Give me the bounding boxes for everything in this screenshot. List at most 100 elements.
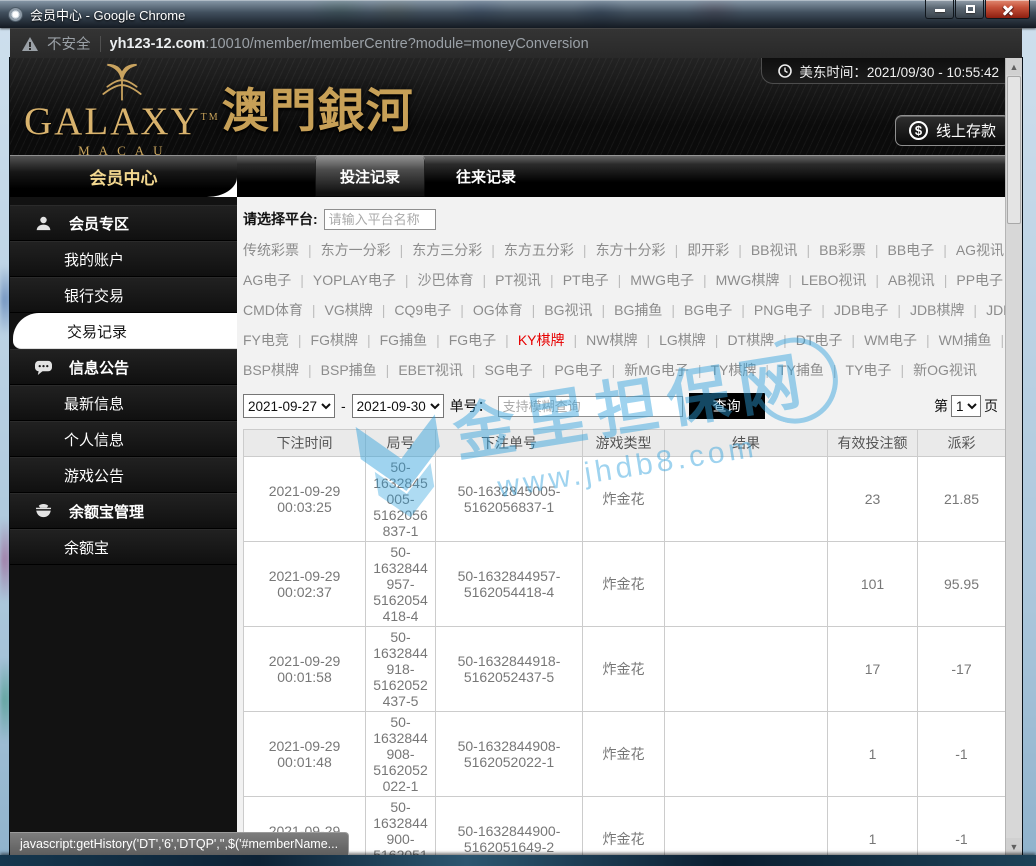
platform-link-PT电子[interactable]: PT电子 — [563, 270, 609, 290]
platform-link-YOPLAY电子[interactable]: YOPLAY电子 — [313, 270, 396, 290]
platform-separator: | — [715, 332, 719, 348]
sidebar-group-会员专区[interactable]: 会员专区 — [10, 205, 237, 241]
platform-link-DT电子[interactable]: DT电子 — [796, 330, 843, 350]
platform-link-沙巴体育[interactable]: 沙巴体育 — [418, 270, 474, 290]
platform-link-BG捕鱼[interactable]: BG捕鱼 — [614, 300, 662, 320]
platform-link-AB视讯[interactable]: AB视讯 — [888, 270, 935, 290]
platform-link-NW棋牌[interactable]: NW棋牌 — [586, 330, 637, 350]
tab-transaction-records[interactable]: 往来记录 — [431, 155, 541, 197]
platform-link-PP电子[interactable]: PP电子 — [956, 270, 1003, 290]
platform-link-OG体育[interactable]: OG体育 — [473, 300, 523, 320]
platform-link-FY电竞[interactable]: FY电竞 — [243, 330, 289, 350]
platform-separator: | — [405, 272, 409, 288]
platform-separator: | — [821, 302, 825, 318]
platform-separator: | — [308, 362, 312, 378]
page-suffix: 页 — [984, 396, 998, 416]
platform-link-DT棋牌[interactable]: DT棋牌 — [727, 330, 774, 350]
platform-link-新OG视讯[interactable]: 新OG视讯 — [913, 360, 977, 380]
site-header: GALAXYTM MACAU 澳門銀河 美东时间：2021/09/30 - 10… — [10, 58, 1022, 155]
sidebar-item-余额宝[interactable]: 余额宝 — [10, 529, 237, 565]
platform-link-TY捕鱼[interactable]: TY捕鱼 — [778, 360, 824, 380]
platform-link-传统彩票[interactable]: 传统彩票 — [243, 240, 299, 260]
wallet-icon — [32, 503, 54, 519]
date-from-select[interactable]: 2021-09-27 — [243, 394, 335, 418]
scrollbar-thumb[interactable] — [1007, 76, 1021, 224]
platform-link-BG电子[interactable]: BG电子 — [684, 300, 732, 320]
scroll-down-button[interactable]: ▼ — [1006, 838, 1022, 855]
platform-link-东方五分彩[interactable]: 东方五分彩 — [504, 240, 574, 260]
platform-link-即开彩[interactable]: 即开彩 — [687, 240, 729, 260]
platform-separator: | — [460, 302, 464, 318]
platform-link-MWG棋牌[interactable]: MWG棋牌 — [716, 270, 780, 290]
platform-link-BB电子[interactable]: BB电子 — [888, 240, 935, 260]
platform-separator: | — [833, 362, 837, 378]
search-button[interactable]: 查询 — [689, 393, 765, 419]
platform-row: CMD体育|VG棋牌|CQ9电子|OG体育|BG视讯|BG捕鱼|BG电子|PNG… — [243, 295, 1022, 325]
platform-link-LG棋牌[interactable]: LG棋牌 — [659, 330, 706, 350]
address-bar[interactable]: 不安全 yh123-12.com:10010/member/memberCent… — [10, 28, 1022, 58]
page-scrollbar[interactable]: ▲ ▼ — [1005, 58, 1022, 855]
platform-link-BB彩票[interactable]: BB彩票 — [819, 240, 866, 260]
platform-link-LEBO视讯[interactable]: LEBO视讯 — [801, 270, 866, 290]
platform-search-input[interactable] — [324, 209, 436, 230]
order-number-input[interactable] — [498, 396, 683, 417]
table-header-row: 下注时间 局号 下注单号 游戏类型 结果 有效投注额 派彩 — [244, 430, 1006, 457]
platform-link-JDB棋牌[interactable]: JDB棋牌 — [910, 300, 964, 320]
platform-link-CMD体育[interactable]: CMD体育 — [243, 300, 303, 320]
warning-icon[interactable] — [22, 37, 38, 51]
sidebar-item-交易记录[interactable]: 交易记录 — [13, 313, 237, 349]
date-to-select[interactable]: 2021-09-30 — [352, 394, 444, 418]
url-text[interactable]: yh123-12.com:10010/member/memberCentre?m… — [110, 36, 589, 52]
platform-link-WM电子[interactable]: WM电子 — [864, 330, 917, 350]
sidebar-group-信息公告[interactable]: 信息公告 — [10, 349, 237, 385]
platform-link-东方十分彩[interactable]: 东方十分彩 — [596, 240, 666, 260]
scroll-up-button[interactable]: ▲ — [1006, 58, 1022, 75]
platform-link-东方一分彩[interactable]: 东方一分彩 — [321, 240, 391, 260]
platform-link-BG视讯[interactable]: BG视讯 — [544, 300, 592, 320]
platform-separator: | — [491, 242, 495, 258]
sidebar-item-我的账户[interactable]: 我的账户 — [10, 241, 237, 277]
platform-link-BSP棋牌[interactable]: BSP棋牌 — [243, 360, 299, 380]
platform-link-AG电子[interactable]: AG电子 — [243, 270, 291, 290]
platform-separator: | — [436, 332, 440, 348]
sidebar-item-最新信息[interactable]: 最新信息 — [10, 385, 237, 421]
platform-link-PT视讯[interactable]: PT视讯 — [495, 270, 541, 290]
platform-link-FG棋牌[interactable]: FG棋牌 — [311, 330, 358, 350]
platform-link-EBET视讯[interactable]: EBET视讯 — [398, 360, 463, 380]
platform-link-FG捕鱼[interactable]: FG捕鱼 — [380, 330, 427, 350]
platform-separator: | — [542, 362, 546, 378]
platform-link-SG电子[interactable]: SG电子 — [485, 360, 533, 380]
close-button[interactable] — [985, 0, 1030, 19]
platform-separator: | — [550, 272, 554, 288]
sidebar-group-余额宝管理[interactable]: 余额宝管理 — [10, 493, 237, 529]
platform-link-CQ9电子[interactable]: CQ9电子 — [394, 300, 451, 320]
platform-link-KY棋牌[interactable]: KY棋牌 — [518, 330, 565, 350]
platform-link-VG棋牌[interactable]: VG棋牌 — [325, 300, 373, 320]
page-select[interactable]: 1 — [951, 395, 981, 417]
platform-link-FG电子[interactable]: FG电子 — [449, 330, 496, 350]
sidebar-item-银行交易[interactable]: 银行交易 — [10, 277, 237, 313]
cell-round: 50-1632844957-5162054418-4 — [366, 542, 436, 627]
platform-link-WM捕鱼[interactable]: WM捕鱼 — [939, 330, 992, 350]
cell-game: 炸金花 — [583, 542, 665, 627]
platform-link-东方三分彩[interactable]: 东方三分彩 — [412, 240, 482, 260]
online-deposit-button[interactable]: $ 线上存款 — [895, 115, 1010, 146]
platform-link-MWG电子[interactable]: MWG电子 — [630, 270, 694, 290]
table-body: 2021-09-29 00:03:2550-1632845005-5162056… — [244, 457, 1006, 856]
table-row: 2021-09-29 00:01:4850-1632844908-5162052… — [244, 712, 1006, 797]
platform-separator: | — [675, 242, 679, 258]
platform-link-新MG电子[interactable]: 新MG电子 — [624, 360, 689, 380]
platform-link-PG电子[interactable]: PG电子 — [554, 360, 602, 380]
sidebar-item-个人信息[interactable]: 个人信息 — [10, 421, 237, 457]
platform-link-AG视讯[interactable]: AG视讯 — [956, 240, 1004, 260]
tab-bet-records[interactable]: 投注记录 — [315, 155, 425, 197]
sidebar-item-游戏公告[interactable]: 游戏公告 — [10, 457, 237, 493]
maximize-button[interactable] — [955, 0, 984, 19]
platform-link-TY棋牌[interactable]: TY棋牌 — [710, 360, 756, 380]
minimize-button[interactable] — [925, 0, 954, 19]
platform-link-BB视讯[interactable]: BB视讯 — [751, 240, 798, 260]
platform-link-TY电子[interactable]: TY电子 — [846, 360, 892, 380]
platform-link-BSP捕鱼[interactable]: BSP捕鱼 — [321, 360, 377, 380]
platform-link-PNG电子[interactable]: PNG电子 — [754, 300, 812, 320]
platform-link-JDB电子[interactable]: JDB电子 — [834, 300, 888, 320]
